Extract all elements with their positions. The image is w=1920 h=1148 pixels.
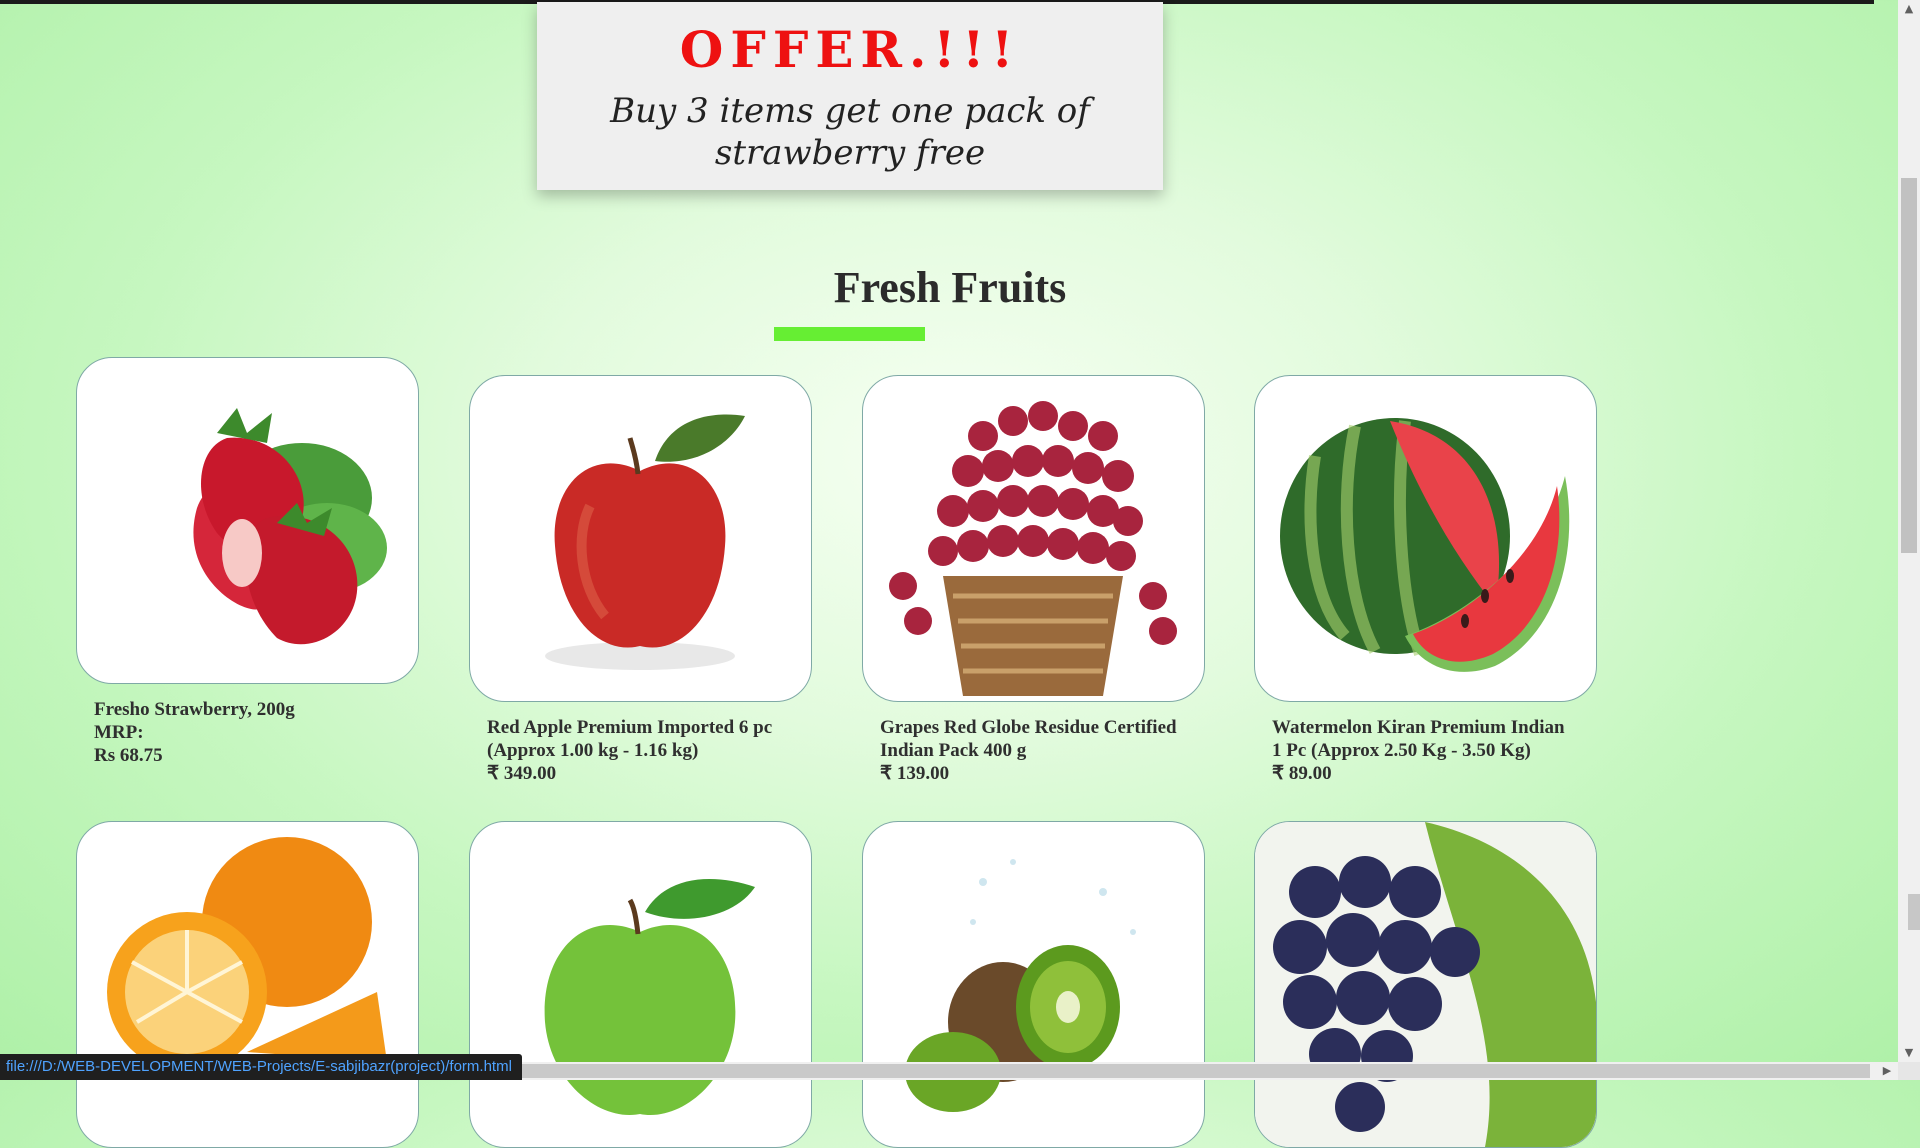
- product-card-red-apple[interactable]: Red Apple Premium Imported 6 pc (Approx …: [469, 375, 812, 785]
- offer-text: Buy 3 items get one pack of strawberry f…: [610, 91, 1090, 173]
- red-grapes-image[interactable]: [862, 375, 1205, 702]
- product-price: ₹ 349.00: [487, 763, 557, 784]
- scrollbar-corner: [1898, 1062, 1920, 1080]
- red-apple-image[interactable]: [469, 375, 812, 702]
- product-card-strawberry[interactable]: Fresho Strawberry, 200g MRP: Rs 68.75: [76, 357, 419, 767]
- scroll-right-arrow-icon[interactable]: ▶: [1876, 1062, 1898, 1080]
- green-apple-image[interactable]: [469, 821, 812, 1148]
- product-price: ₹ 139.00: [880, 763, 950, 784]
- product-card-red-grapes[interactable]: Grapes Red Globe Residue Certified India…: [862, 375, 1205, 785]
- strawberry-image[interactable]: [76, 357, 419, 684]
- scroll-up-arrow-icon[interactable]: ▲: [1898, 0, 1920, 18]
- section-heading: Fresh Fruits: [833, 263, 1067, 312]
- product-card-green-apple[interactable]: [469, 821, 812, 1148]
- status-bar-url: file:///D:/WEB-DEVELOPMENT/WEB-Projects/…: [0, 1054, 522, 1080]
- scroll-down-arrow-icon[interactable]: ▼: [1898, 1044, 1920, 1062]
- product-name: Fresho Strawberry, 200g: [94, 699, 295, 720]
- offer-title: OFFER.!!!: [679, 20, 1021, 79]
- product-price: ₹ 89.00: [1272, 763, 1332, 784]
- heading-underline: [774, 327, 925, 341]
- product-name: Grapes Red Globe Residue Certified India…: [880, 717, 1177, 761]
- product-card-watermelon[interactable]: Watermelon Kiran Premium Indian 1 Pc (Ap…: [1254, 375, 1597, 785]
- product-card-orange[interactable]: [76, 821, 419, 1148]
- black-grapes-image[interactable]: [1254, 821, 1597, 1148]
- watermelon-image[interactable]: [1254, 375, 1597, 702]
- kiwi-image[interactable]: [862, 821, 1205, 1148]
- offer-banner: OFFER.!!! Buy 3 items get one pack of st…: [537, 2, 1163, 190]
- product-name: Watermelon Kiran Premium Indian 1 Pc (Ap…: [1272, 717, 1565, 761]
- vertical-scrollbar-thumb[interactable]: [1901, 178, 1917, 553]
- product-price: Rs 68.75: [94, 745, 163, 766]
- product-name: Red Apple Premium Imported 6 pc (Approx …: [487, 717, 773, 761]
- product-mrp-label: MRP:: [94, 722, 144, 743]
- product-card-kiwi[interactable]: [862, 821, 1205, 1148]
- product-card-black-grapes[interactable]: [1254, 821, 1597, 1148]
- orange-image[interactable]: [76, 821, 419, 1148]
- scrollbar-marker: [1908, 894, 1920, 930]
